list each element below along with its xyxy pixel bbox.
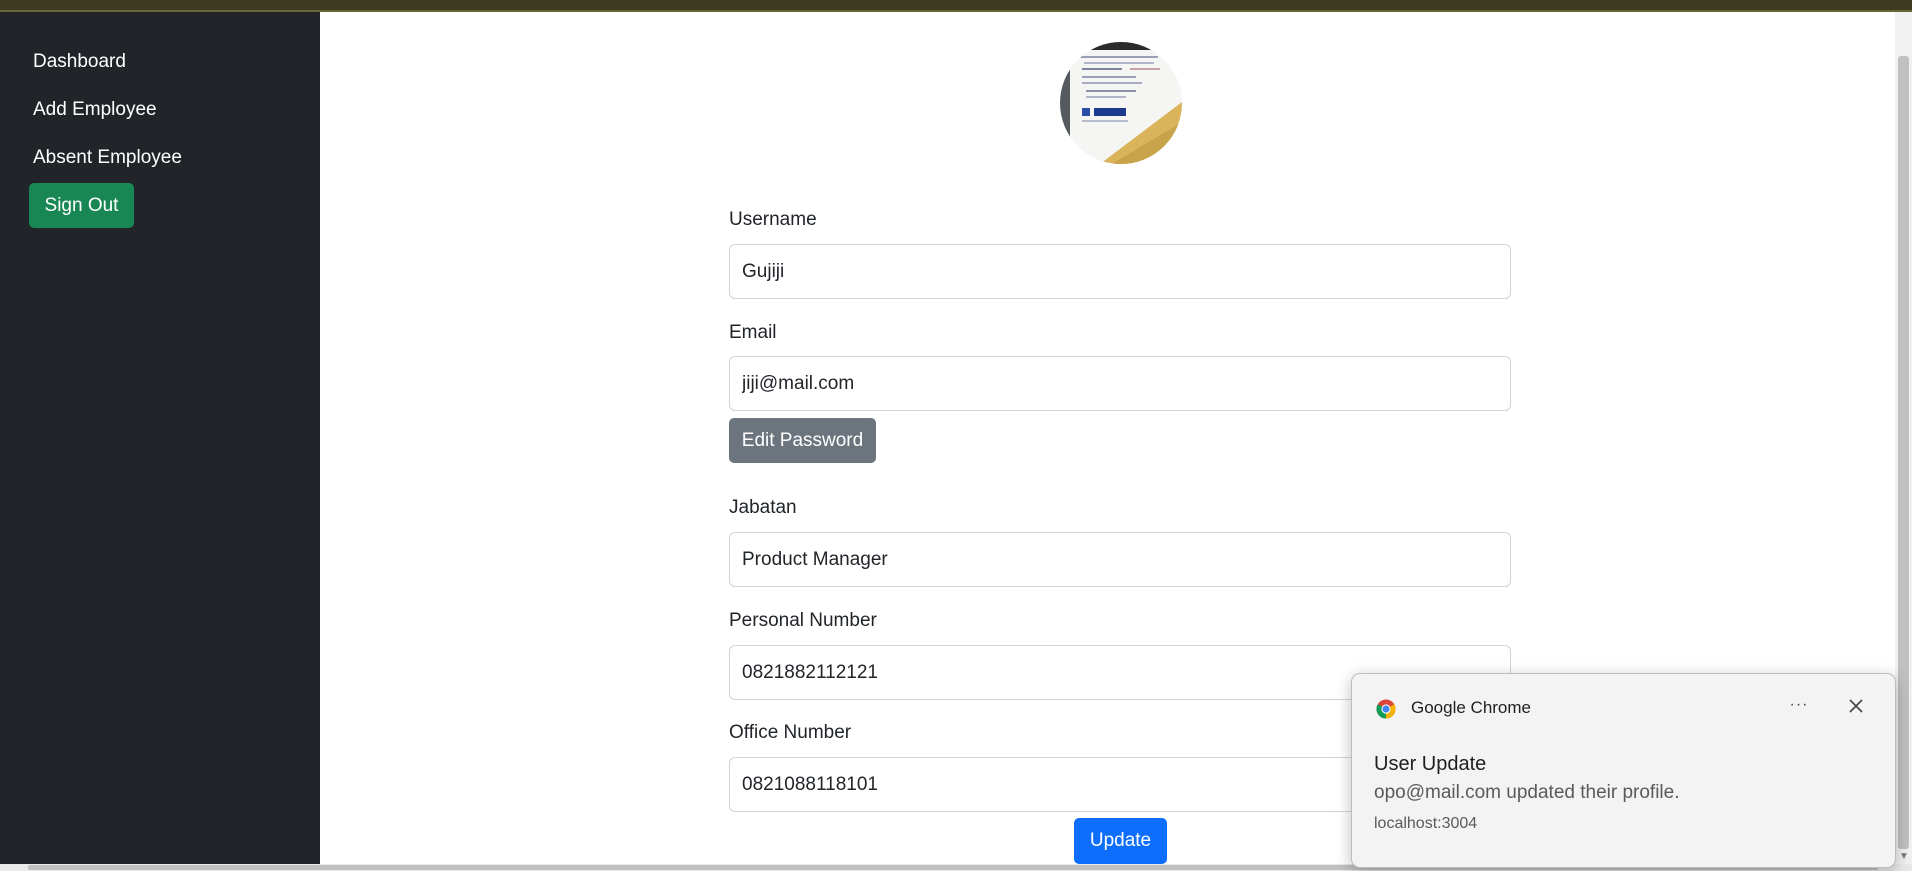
scroll-down-icon[interactable]: ▼ — [1899, 852, 1909, 862]
sidebar-item-absent-employee[interactable]: Absent Employee — [33, 147, 182, 169]
sidebar-item-add-employee[interactable]: Add Employee — [33, 99, 157, 121]
chrome-icon — [1376, 699, 1396, 719]
jabatan-field[interactable] — [729, 532, 1511, 587]
more-options-icon[interactable]: ··· — [1785, 692, 1813, 720]
username-field[interactable] — [729, 244, 1511, 299]
chrome-notification[interactable]: Google Chrome ··· User Update opo@mail.c… — [1351, 673, 1896, 868]
notification-app-name: Google Chrome — [1411, 698, 1532, 717]
office-number-label: Office Number — [729, 722, 852, 743]
email-field[interactable] — [729, 356, 1511, 411]
vertical-scrollbar[interactable]: ▼ — [1895, 12, 1912, 864]
notification-title: User Update — [1374, 753, 1487, 775]
avatar-image — [1060, 42, 1182, 164]
username-label: Username — [729, 209, 817, 230]
sidebar: Dashboard Add Employee Absent Employee S… — [0, 12, 320, 864]
avatar — [1060, 42, 1182, 164]
sign-out-button[interactable]: Sign Out — [29, 183, 134, 228]
notification-source: localhost:3004 — [1374, 815, 1478, 832]
scrollbar-thumb[interactable] — [1898, 56, 1909, 849]
jabatan-label: Jabatan — [729, 497, 797, 518]
update-button[interactable]: Update — [1074, 818, 1167, 864]
sidebar-item-dashboard[interactable]: Dashboard — [33, 51, 126, 73]
edit-password-button[interactable]: Edit Password — [729, 418, 876, 463]
personal-number-label: Personal Number — [729, 610, 877, 631]
email-label: Email — [729, 322, 777, 343]
browser-top-bar — [0, 0, 1912, 12]
close-icon[interactable] — [1842, 692, 1870, 720]
notification-body: opo@mail.com updated their profile. — [1374, 782, 1680, 803]
